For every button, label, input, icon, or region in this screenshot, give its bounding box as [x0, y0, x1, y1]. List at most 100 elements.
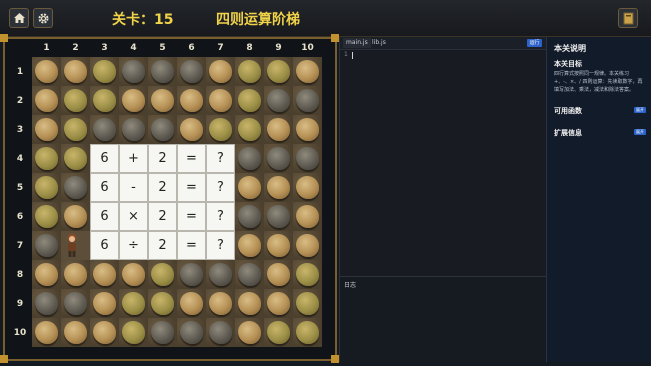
equation-cell[interactable]: ?	[206, 202, 235, 231]
rock-icon	[267, 234, 290, 257]
rock-icon	[209, 292, 232, 315]
player-character-icon	[67, 233, 77, 257]
rock-icon	[267, 147, 290, 170]
rock-tile	[293, 57, 322, 86]
column-header: 2	[72, 43, 79, 53]
rock-icon	[296, 205, 319, 228]
rock-tile	[293, 260, 322, 289]
gear-icon	[38, 13, 48, 23]
rock-tile	[177, 115, 206, 144]
code-input-area[interactable]	[350, 50, 544, 274]
rock-icon	[64, 60, 87, 83]
equation-cell: +	[119, 144, 148, 173]
settings-button[interactable]	[33, 8, 53, 28]
console-panel: 日志	[340, 276, 546, 363]
rock-icon	[35, 321, 58, 344]
rock-icon	[238, 176, 261, 199]
rock-icon	[180, 263, 203, 286]
rock-tile	[119, 318, 148, 347]
rock-icon	[296, 147, 319, 170]
rock-tile	[148, 115, 177, 144]
rock-icon	[64, 118, 87, 141]
row-header: 5	[16, 182, 24, 193]
rock-tile	[61, 318, 90, 347]
rock-icon	[151, 89, 174, 112]
equation-cell[interactable]: ?	[206, 231, 235, 260]
rock-tile	[32, 115, 61, 144]
functions-expand-button[interactable]: 展开	[634, 107, 646, 113]
rock-tile	[61, 57, 90, 86]
level-label: 关卡：15	[112, 12, 174, 28]
rock-tile	[32, 173, 61, 202]
rock-icon	[267, 60, 290, 83]
column-header: 6	[188, 43, 195, 53]
rock-tile	[61, 144, 90, 173]
rock-tile	[235, 86, 264, 115]
game-title: 四则运算阶梯	[216, 12, 300, 28]
equation-cell: =	[177, 144, 206, 173]
tab-lib-js[interactable]: lib.js	[369, 38, 389, 48]
equation-cell: ÷	[119, 231, 148, 260]
rock-icon	[209, 118, 232, 141]
rock-tile	[235, 260, 264, 289]
rock-tile	[177, 57, 206, 86]
rock-tile	[148, 289, 177, 318]
row-header: 3	[16, 124, 24, 135]
rock-icon	[296, 89, 319, 112]
extra-info-expand-button[interactable]: 展开	[634, 129, 646, 135]
rock-icon	[296, 118, 319, 141]
tab-main-js[interactable]: main.js	[343, 38, 371, 48]
rock-tile	[90, 260, 119, 289]
instructions-panel: 本关说明 本关目标 四行算式按照同一规律。本关练习 +、-、×、/ 四则运算：先…	[546, 37, 651, 362]
rock-icon	[296, 176, 319, 199]
rock-tile	[293, 86, 322, 115]
equation-cell[interactable]: ?	[206, 173, 235, 202]
home-button[interactable]	[9, 8, 29, 28]
rock-tile	[32, 144, 61, 173]
rock-tile	[32, 260, 61, 289]
rock-icon	[35, 263, 58, 286]
console-label: 日志	[344, 282, 357, 289]
equation-cell: =	[177, 202, 206, 231]
rock-tile	[206, 86, 235, 115]
rock-icon	[267, 176, 290, 199]
run-button[interactable]: 运行	[527, 39, 542, 47]
rock-icon	[93, 60, 116, 83]
rock-tile	[235, 289, 264, 318]
rock-tile	[119, 115, 148, 144]
equation-cell: 6	[90, 231, 119, 260]
row-header: 4	[16, 153, 24, 164]
equation-cell[interactable]: ?	[206, 144, 235, 173]
equation-cell: =	[177, 231, 206, 260]
rock-icon	[93, 89, 116, 112]
row-header: 1	[16, 66, 24, 77]
frame-corner	[331, 355, 339, 363]
column-header: 1	[43, 43, 50, 53]
rock-icon	[122, 263, 145, 286]
equation-cell: 2	[148, 173, 177, 202]
column-header: 5	[159, 43, 166, 53]
row-header: 9	[16, 298, 24, 309]
equation-cell: 2	[148, 202, 177, 231]
rock-icon	[180, 321, 203, 344]
rock-icon	[93, 118, 116, 141]
rock-icon	[180, 60, 203, 83]
rock-tile	[32, 289, 61, 318]
rock-icon	[64, 263, 87, 286]
rock-icon	[238, 89, 261, 112]
top-bar: 关卡：15 四则运算阶梯	[0, 0, 651, 37]
rock-icon	[267, 118, 290, 141]
rock-icon	[238, 292, 261, 315]
rock-tile	[264, 57, 293, 86]
guide-button[interactable]	[618, 8, 638, 28]
rock-icon	[35, 234, 58, 257]
goal-text: 四行算式按照同一规律。本关练习 +、-、×、/ 四则运算：先读取数字，再填写加法…	[554, 71, 643, 93]
rock-icon	[267, 321, 290, 344]
rock-tile	[148, 318, 177, 347]
column-header: 3	[101, 43, 108, 53]
rock-tile	[293, 231, 322, 260]
rock-icon	[122, 118, 145, 141]
goal-heading: 本关目标	[554, 60, 582, 68]
rock-tile	[119, 260, 148, 289]
rock-tile	[32, 86, 61, 115]
